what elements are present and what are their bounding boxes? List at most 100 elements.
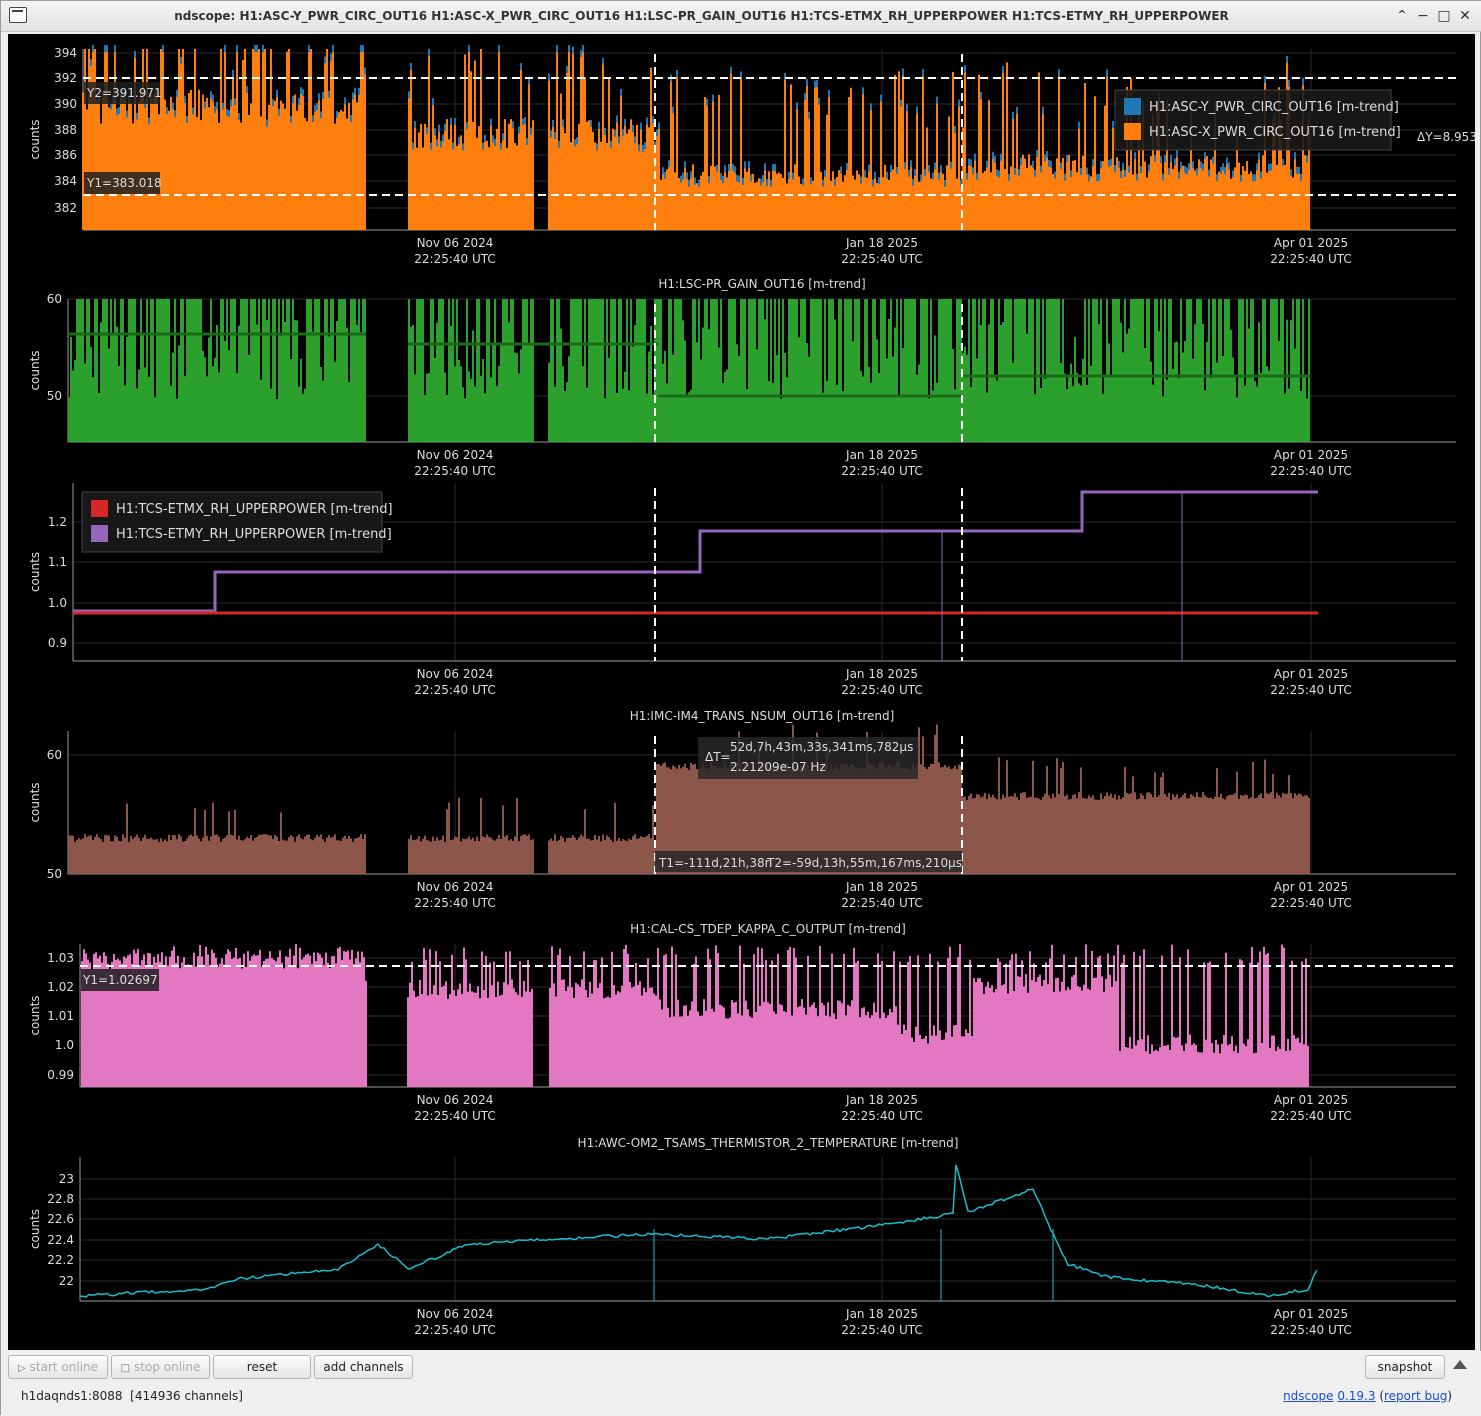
server-address: h1daqnds1:8088 — [21, 1389, 123, 1403]
x-tick-date: Nov 06 2024 — [417, 880, 494, 894]
x-tick-time: 22:25:40 UTC — [414, 683, 496, 697]
snapshot-label: snapshot — [1377, 1360, 1433, 1374]
plot-title: H1:CAL-CS_TDEP_KAPPA_C_OUTPUT [m-trend] — [630, 922, 906, 936]
x-tick-date: Jan 18 2025 — [845, 667, 918, 681]
close-icon[interactable]: ✕ — [1457, 8, 1473, 24]
x-tick-time: 22:25:40 UTC — [1270, 252, 1352, 266]
x-tick-date: Nov 06 2024 — [417, 1307, 494, 1321]
x-tick-time: 22:25:40 UTC — [841, 464, 923, 478]
x-tick-date: Apr 01 2025 — [1274, 1093, 1348, 1107]
y-tick-label: 1.1 — [48, 555, 67, 569]
y-tick-label: 392 — [54, 71, 77, 85]
stop-online-button[interactable]: □ stop online — [111, 1355, 210, 1379]
stop-icon: □ — [120, 1363, 131, 1374]
y-tick-label: 1.02 — [47, 980, 74, 994]
y-tick-label: 390 — [54, 97, 77, 111]
reset-label: reset — [246, 1360, 278, 1374]
x-tick-time: 22:25:40 UTC — [1270, 683, 1352, 697]
minimize-icon[interactable]: − — [1415, 8, 1431, 24]
plot-area[interactable]: 394 392 390 388 386 384 382 counts Nov 06 2024 22… — [8, 34, 1475, 1350]
x-tick-time: 22:25:40 UTC — [1270, 464, 1352, 478]
bottom-toolbar: ▷ start online □ stop online reset add cha… — [1, 1351, 1481, 1416]
y-tick-label: 382 — [54, 201, 77, 215]
x-tick-date: Jan 18 2025 — [845, 236, 918, 250]
kappa-y1-label: Y1=1.02697 — [82, 973, 158, 987]
x-tick-date: Jan 18 2025 — [845, 448, 918, 462]
plot-title: H1:LSC-PR_GAIN_OUT16 [m-trend] — [658, 277, 865, 291]
y-tick-label: 0.99 — [47, 1068, 74, 1082]
t1-cursor-label: T1=-111d,21h,38r — [658, 856, 770, 870]
stop-online-label: stop online — [134, 1360, 201, 1374]
legend-swatch — [1124, 123, 1141, 140]
y-axis-label: counts — [28, 552, 42, 592]
x-tick-date: Nov 06 2024 — [417, 448, 494, 462]
reset-button[interactable]: reset — [213, 1355, 311, 1379]
status-text: h1daqnds1:8088 [414936 channels] — [21, 1389, 243, 1403]
y-axis-label: counts — [28, 350, 42, 390]
y-tick-label: 1.01 — [47, 1009, 74, 1023]
report-bug-link[interactable]: report bug — [1384, 1389, 1447, 1403]
y-tick-label: 22.2 — [47, 1253, 74, 1267]
delta-y-label: ΔY=8.9531 — [1417, 130, 1475, 144]
y-axis-label: counts — [28, 782, 42, 822]
x-tick-date: Jan 18 2025 — [845, 1093, 918, 1107]
x-tick-time: 22:25:40 UTC — [841, 252, 923, 266]
y1-cursor-label: Y1=383.018 — [86, 176, 162, 190]
legend-box — [1114, 89, 1392, 151]
shade-icon[interactable]: ⌃ — [1394, 8, 1410, 24]
window-title: ndscope: H1:ASC-Y_PWR_CIRC_OUT16 H1:ASC-… — [174, 9, 1229, 23]
app-icon — [9, 7, 27, 23]
legend-swatch — [91, 500, 108, 517]
y-tick-label: 23 — [59, 1172, 74, 1186]
channel-count: [414936 channels] — [130, 1389, 243, 1403]
y-axis-label: counts — [28, 995, 42, 1035]
main-window: ndscope: H1:ASC-Y_PWR_CIRC_OUT16 H1:ASC-… — [0, 0, 1481, 1416]
delta-t-prefix: ΔT= — [705, 750, 731, 764]
legend-swatch — [1124, 98, 1141, 115]
y2-cursor-label: Y2=391.971 — [86, 86, 162, 100]
x-tick-time: 22:25:40 UTC — [841, 896, 923, 910]
version-link[interactable]: 0.19.3 — [1337, 1389, 1375, 1403]
plot-title: H1:AWC-OM2_TSAMS_THERMISTOR_2_TEMPERATUR… — [578, 1136, 959, 1150]
legend-entry[interactable]: H1:TCS-ETMY_RH_UPPERPOWER [m-trend] — [116, 527, 392, 542]
delta-t-frequency: 2.21209e-07 Hz — [730, 760, 826, 774]
version-info: ndscope 0.19.3 (report bug) — [1283, 1389, 1452, 1403]
x-tick-time: 22:25:40 UTC — [414, 252, 496, 266]
legend-entry[interactable]: H1:ASC-Y_PWR_CIRC_OUT16 [m-trend] — [1149, 100, 1399, 115]
y-tick-label: 386 — [54, 148, 77, 162]
x-tick-time: 22:25:40 UTC — [414, 1109, 496, 1123]
plots-canvas[interactable]: 394 392 390 388 386 384 382 counts Nov 06 2024 22… — [8, 34, 1475, 1350]
x-tick-date: Apr 01 2025 — [1274, 667, 1348, 681]
x-tick-date: Apr 01 2025 — [1274, 448, 1348, 462]
legend-swatch — [91, 525, 108, 542]
y-axis-label: counts — [28, 1209, 42, 1249]
y-axis-label: counts — [28, 119, 42, 159]
y-tick-label: 22 — [59, 1274, 74, 1288]
legend-entry[interactable]: H1:ASC-X_PWR_CIRC_OUT16 [m-trend] — [1149, 125, 1401, 140]
snapshot-button[interactable]: snapshot — [1365, 1355, 1445, 1379]
y-tick-label: 50 — [47, 867, 62, 881]
y-tick-label: 1.2 — [48, 515, 67, 529]
x-tick-date: Apr 01 2025 — [1274, 880, 1348, 894]
delta-t-value: 52d,7h,43m,33s,341ms,782µs — [730, 740, 913, 754]
x-tick-date: Apr 01 2025 — [1274, 236, 1348, 250]
legend-box — [81, 491, 383, 553]
x-tick-date: Jan 18 2025 — [845, 880, 918, 894]
x-tick-date: Apr 01 2025 — [1274, 1307, 1348, 1321]
add-channels-button[interactable]: add channels — [314, 1355, 413, 1379]
x-tick-date: Jan 18 2025 — [845, 1307, 918, 1321]
y-tick-label: 0.9 — [48, 636, 67, 650]
x-tick-time: 22:25:40 UTC — [414, 1323, 496, 1337]
start-online-button[interactable]: ▷ start online — [8, 1355, 108, 1379]
legend-entry[interactable]: H1:TCS-ETMX_RH_UPPERPOWER [m-trend] — [116, 502, 393, 517]
y-tick-label: 60 — [47, 292, 62, 306]
y-tick-label: 50 — [47, 389, 62, 403]
expand-arrow-icon[interactable] — [1453, 1360, 1467, 1369]
y-tick-label: 1.0 — [48, 596, 67, 610]
x-tick-time: 22:25:40 UTC — [1270, 1323, 1352, 1337]
x-tick-time: 22:25:40 UTC — [841, 1109, 923, 1123]
y-tick-label: 1.0 — [55, 1038, 74, 1052]
app-link[interactable]: ndscope — [1283, 1389, 1333, 1403]
maximize-icon[interactable]: □ — [1436, 8, 1452, 24]
y-tick-label: 384 — [54, 174, 77, 188]
